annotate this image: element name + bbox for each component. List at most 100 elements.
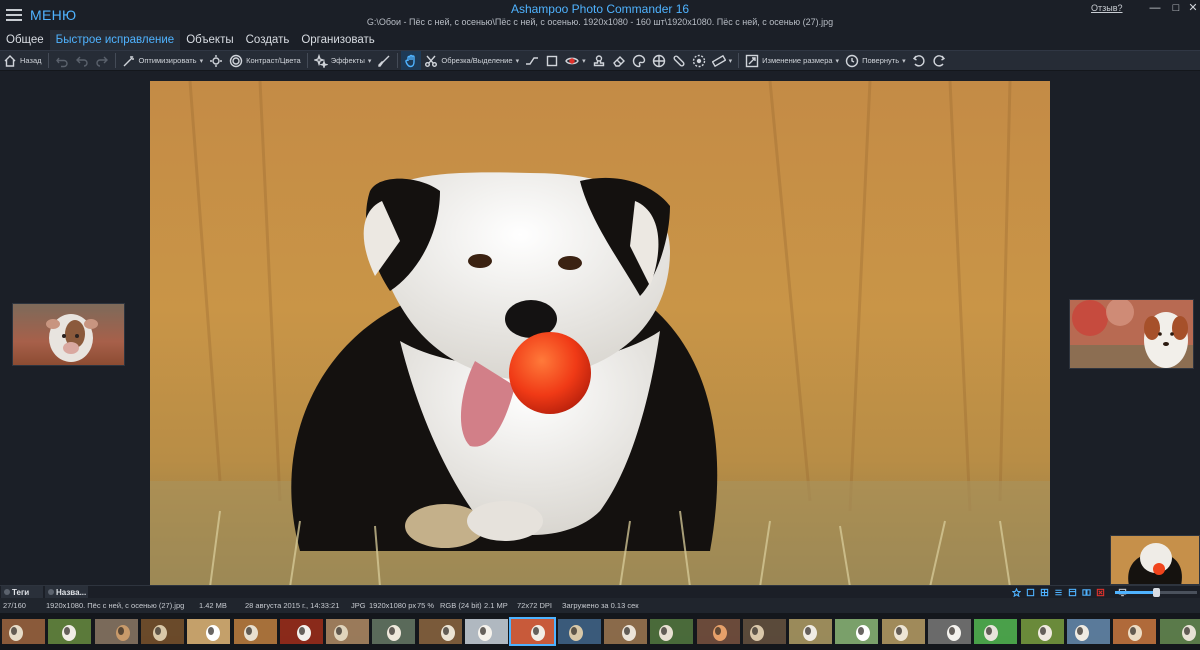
- crop-label: Обрезка/Выделение: [441, 56, 513, 65]
- rotate-button[interactable]: Повернуть ▾: [842, 51, 909, 70]
- filmstrip-thumbnail[interactable]: [789, 619, 833, 644]
- filmstrip-thumbnail[interactable]: [650, 619, 694, 644]
- file-path: G:\Обои - Пёс с ней, с осенью\Пёс с ней,…: [366, 17, 834, 27]
- close-icon[interactable]: ✕: [1186, 1, 1200, 15]
- filmstrip-thumbnail[interactable]: [279, 619, 323, 644]
- ruler-button[interactable]: ▾: [709, 51, 736, 70]
- filmstrip-thumbnail[interactable]: [140, 619, 184, 644]
- color-swap-button[interactable]: [649, 51, 669, 70]
- filmstrip-thumbnail[interactable]: [372, 619, 416, 644]
- contrast-icon: [229, 54, 243, 67]
- filmstrip-thumbnail[interactable]: [1066, 619, 1110, 644]
- stamp-button[interactable]: [589, 51, 609, 70]
- red-eye-button[interactable]: ▾: [562, 51, 589, 70]
- zoom-slider-handle[interactable]: [1153, 588, 1160, 597]
- filmstrip-thumbnail[interactable]: [1159, 619, 1200, 644]
- filmstrip-thumbnail[interactable]: [974, 619, 1018, 644]
- feedback-link[interactable]: Отзыв?: [1091, 3, 1123, 13]
- sparkle-icon: [313, 53, 328, 68]
- tab-organize[interactable]: Организовать: [295, 30, 380, 50]
- palette-icon: [632, 54, 645, 67]
- filmstrip-thumbnail[interactable]: [94, 619, 138, 644]
- filmstrip-thumbnail[interactable]: [187, 619, 231, 644]
- dog-photo: [150, 81, 1050, 587]
- app-title: Ashampoo Photo Commander 16: [510, 2, 690, 16]
- tab-objects[interactable]: Объекты: [180, 30, 239, 50]
- hand-tool-button[interactable]: [401, 51, 422, 70]
- filmstrip-thumbnail[interactable]: [742, 619, 786, 644]
- filmstrip-thumbnail[interactable]: [418, 619, 462, 644]
- divider: [306, 53, 308, 68]
- undo-button[interactable]: [72, 51, 92, 70]
- crop-button[interactable]: Обрезка/Выделение ▾: [421, 51, 522, 70]
- filmstrip-thumbnail[interactable]: [835, 619, 879, 644]
- filmstrip-thumbnail[interactable]: [465, 619, 508, 644]
- rotate-left-icon: [912, 54, 925, 67]
- details-view-icon: [1068, 588, 1076, 597]
- back-label: Назад: [20, 56, 42, 65]
- undo-all-button[interactable]: [52, 51, 72, 70]
- color-button[interactable]: [629, 51, 649, 70]
- eraser-button[interactable]: [609, 51, 629, 70]
- filmstrip-thumbnail[interactable]: [881, 619, 925, 644]
- main-photo[interactable]: [150, 81, 1050, 587]
- filmstrip-thumbnail[interactable]: [1020, 619, 1064, 644]
- resize-button[interactable]: Изменение размера ▾: [742, 51, 842, 70]
- compare-view-icon: [1081, 589, 1091, 596]
- contrast-button[interactable]: Контраст/Цвета: [226, 51, 304, 70]
- thumbnail-image: [94, 619, 138, 644]
- effects-label: Эффекты: [330, 56, 365, 65]
- previous-image-thumbnail[interactable]: [12, 303, 125, 366]
- maximize-icon[interactable]: □: [1169, 1, 1183, 15]
- focus-button[interactable]: [689, 51, 709, 70]
- effects-button[interactable]: Эффекты ▾: [311, 51, 375, 70]
- single-view-button[interactable]: [1024, 587, 1036, 598]
- filmstrip-thumbnail[interactable]: [2, 619, 45, 644]
- filmstrip-thumbnail[interactable]: [928, 619, 971, 644]
- thumbnail-image: [511, 619, 555, 644]
- filmstrip-thumbnail[interactable]: [233, 619, 277, 644]
- straighten-button[interactable]: [522, 51, 542, 70]
- optimize-button[interactable]: Оптимизировать ▾: [119, 51, 207, 70]
- filmstrip-thumbnail[interactable]: [557, 619, 601, 644]
- brightness-button[interactable]: [206, 51, 226, 70]
- thumbnail-image: [974, 619, 1018, 644]
- back-button[interactable]: Назад: [0, 51, 45, 70]
- minimize-icon[interactable]: —: [1148, 1, 1162, 15]
- tab-quick-fix[interactable]: Быстрое исправление: [49, 30, 181, 50]
- tab-create[interactable]: Создать: [240, 30, 296, 50]
- filmstrip-thumbnail[interactable]: [326, 619, 370, 644]
- rotate-right-button[interactable]: [929, 51, 949, 70]
- details-view-button[interactable]: [1066, 587, 1078, 598]
- grid-view-button[interactable]: [1038, 587, 1050, 598]
- select-rectangle-button[interactable]: [542, 51, 562, 70]
- redo-button[interactable]: [92, 51, 112, 70]
- rotate-label: Повернуть: [862, 56, 900, 65]
- thumbnail-image: [418, 619, 462, 644]
- close-panel-button[interactable]: [1094, 587, 1106, 598]
- list-view-button[interactable]: [1052, 587, 1064, 598]
- filmstrip-thumbnail[interactable]: [1113, 619, 1157, 644]
- thumbnail-image: [233, 619, 277, 644]
- thumbnail-image: [279, 619, 323, 644]
- filmstrip-thumbnail[interactable]: [603, 619, 647, 644]
- thumbnail-image: [650, 619, 694, 644]
- rotate-left-button[interactable]: [909, 51, 929, 70]
- bandage-button[interactable]: [669, 51, 689, 70]
- next-image-thumbnail[interactable]: [1069, 299, 1194, 369]
- brush-button[interactable]: [374, 51, 394, 70]
- filmstrip-thumbnail[interactable]: [509, 617, 557, 646]
- divider: [397, 53, 399, 68]
- rotate-right-icon: [933, 54, 945, 67]
- filmstrip-thumbnail[interactable]: [48, 619, 92, 644]
- favorite-view-button[interactable]: [1010, 587, 1022, 598]
- divider: [47, 53, 49, 68]
- zoom-slider[interactable]: [1115, 588, 1197, 597]
- thumbnail-image: [1020, 619, 1064, 644]
- hand-icon: [405, 54, 416, 67]
- navigator-thumbnail[interactable]: [1110, 535, 1200, 585]
- compare-view-button[interactable]: [1080, 587, 1092, 598]
- tab-general[interactable]: Общее: [0, 30, 50, 50]
- thumbnail-image: [2, 619, 45, 644]
- filmstrip-thumbnail[interactable]: [696, 619, 740, 644]
